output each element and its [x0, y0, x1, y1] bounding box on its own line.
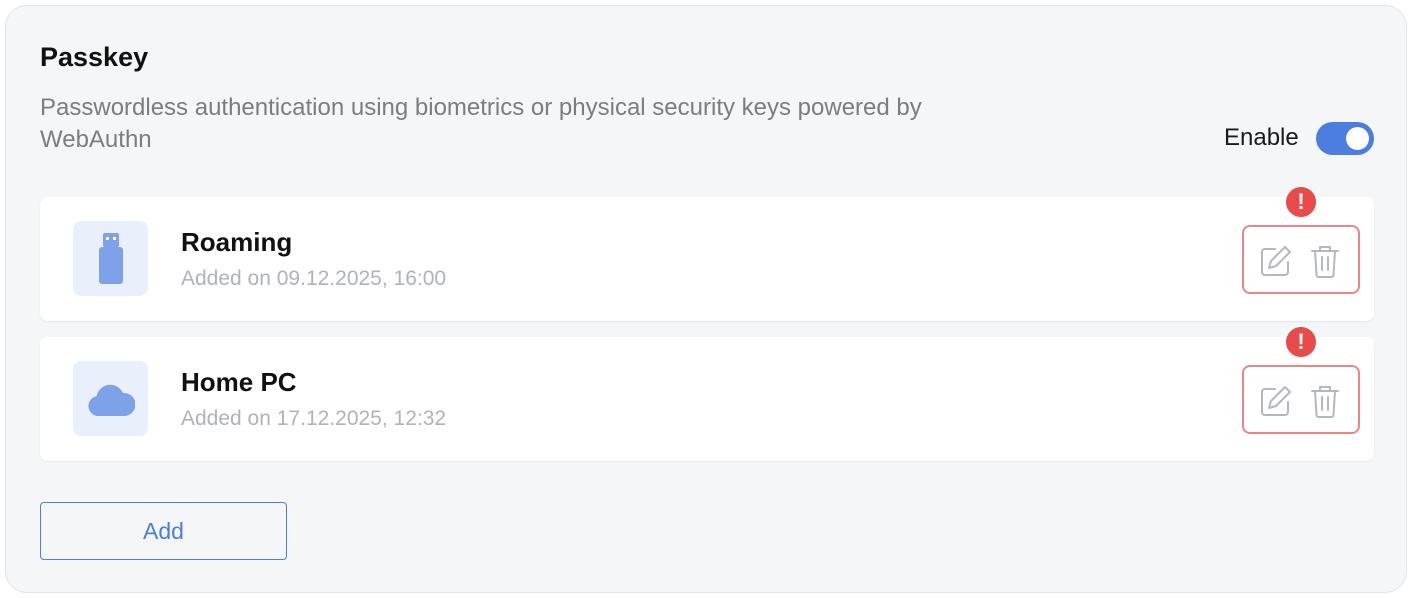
edit-icon[interactable]	[1258, 243, 1294, 279]
enable-toggle[interactable]	[1316, 122, 1374, 155]
passkey-card-roaming: Roaming Added on 09.12.2025, 16:00 !	[40, 185, 1374, 321]
section-description: Passwordless authentication using biomet…	[40, 94, 922, 153]
passkey-added-date: Added on 09.12.2025, 16:00	[181, 267, 447, 290]
section-title: Passkey	[40, 42, 149, 72]
passkey-name: Home PC	[181, 367, 297, 397]
toggle-knob	[1346, 127, 1369, 150]
passkey-added-date: Added on 17.12.2025, 12:32	[181, 407, 447, 430]
passkey-actions	[1242, 225, 1360, 294]
passkey-card-home-pc: Home PC Added on 17.12.2025, 12:32 !	[40, 325, 1374, 461]
usb-key-icon	[73, 221, 148, 296]
add-passkey-button[interactable]: Add	[40, 502, 287, 560]
enable-label: Enable	[1224, 124, 1299, 151]
alert-badge: !	[1284, 325, 1318, 359]
trash-icon[interactable]	[1307, 383, 1343, 419]
cloud-icon	[73, 361, 148, 436]
passkey-actions	[1242, 365, 1360, 434]
alert-badge: !	[1284, 185, 1318, 219]
trash-icon[interactable]	[1307, 243, 1343, 279]
passkey-settings-panel: Passkey Passwordless authentication usin…	[5, 5, 1407, 593]
edit-icon[interactable]	[1258, 383, 1294, 419]
passkey-name: Roaming	[181, 227, 293, 257]
